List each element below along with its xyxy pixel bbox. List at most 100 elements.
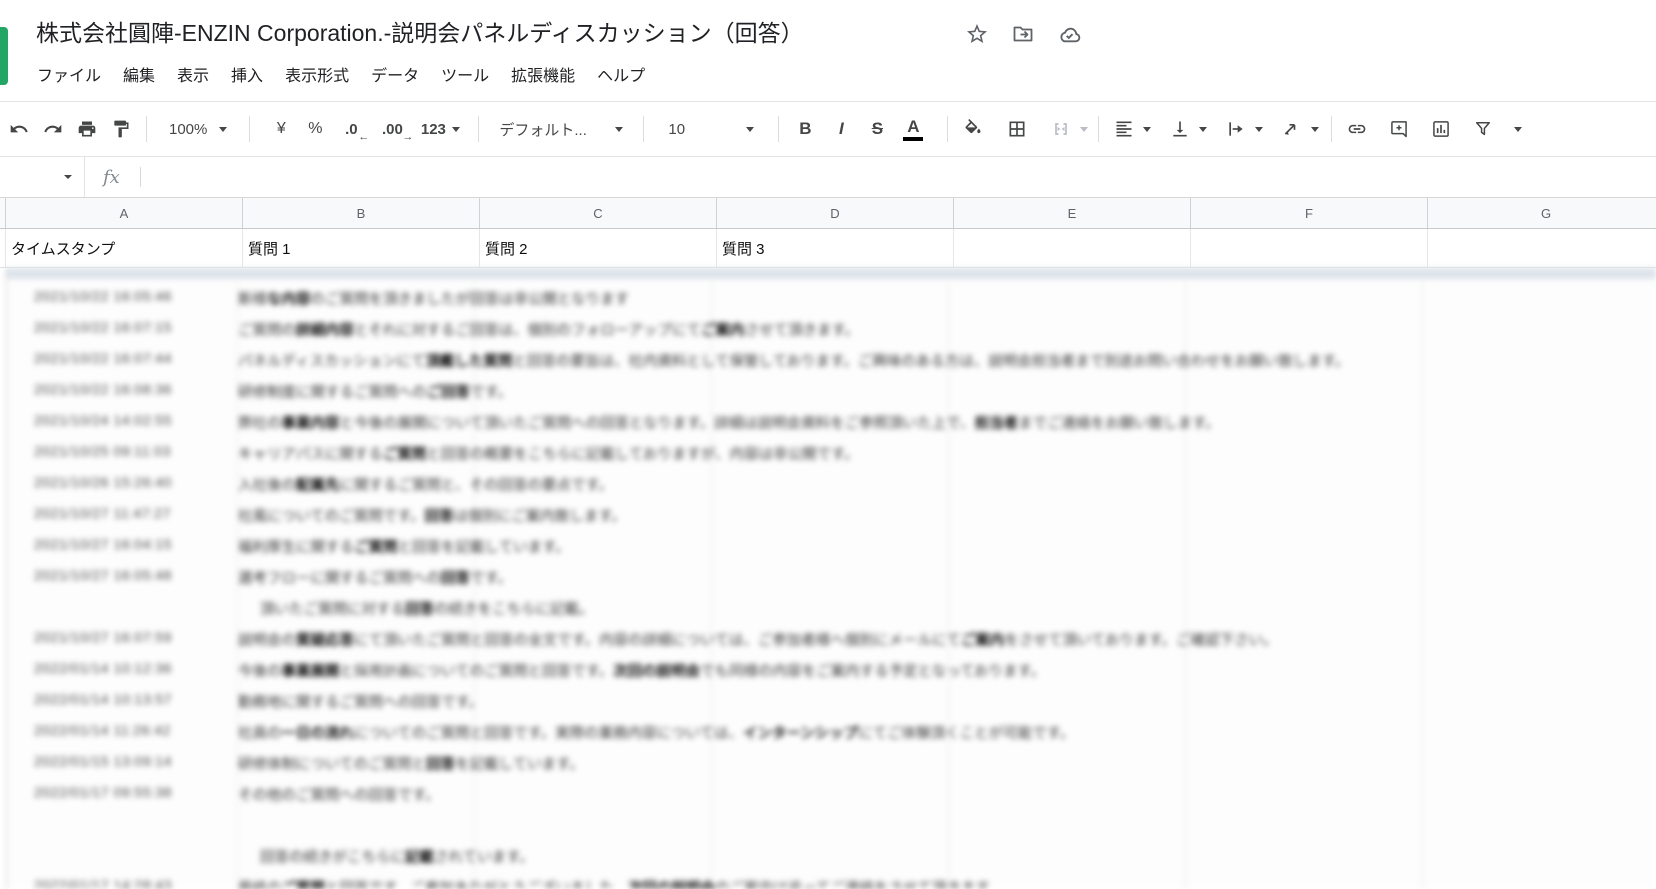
column-header-c[interactable]: C — [480, 198, 717, 228]
italic-button[interactable]: I — [823, 112, 859, 146]
menu-insert[interactable]: 挿入 — [231, 62, 263, 86]
blurred-row[interactable]: 2021/10/27 16:05:48 選考フローに関するご質問への回答です。 — [6, 561, 1656, 592]
menu-view[interactable]: 表示 — [177, 62, 209, 86]
cell-g1[interactable] — [1428, 229, 1656, 267]
redo-button[interactable] — [36, 112, 70, 146]
blurred-row[interactable]: 回答の続きがこちらに記載されています。 — [6, 840, 1656, 871]
blurred-row[interactable]: 頂いたご質問に対する回答の続きをこちらに記載。 — [6, 592, 1656, 623]
cell-c1[interactable]: 質問 2 — [480, 229, 717, 267]
blurred-text: 斯様な内容のご質問を頂きましたが回答は非公開となります — [238, 292, 630, 308]
bold-button[interactable]: B — [787, 112, 823, 146]
format-percent-button[interactable]: % — [298, 112, 332, 146]
text-color-button[interactable]: A — [895, 112, 931, 146]
increase-decimal-label: .00 — [381, 120, 403, 138]
undo-button[interactable] — [2, 112, 36, 146]
fill-color-button[interactable] — [956, 112, 990, 146]
formula-bar-separator — [84, 157, 85, 197]
insert-chart-button[interactable] — [1424, 112, 1458, 146]
borders-icon — [1009, 121, 1025, 137]
blurred-row[interactable] — [6, 809, 1656, 840]
chevron-down-icon — [615, 126, 624, 132]
undo-icon — [10, 124, 28, 133]
menu-data[interactable]: データ — [371, 62, 419, 86]
chevron-down-icon — [1311, 126, 1320, 132]
blurred-row[interactable]: 2021/10/27 16:07:59 説明会の質疑応答にて頂いたご質問と回答の全… — [6, 623, 1656, 654]
currency-label: ¥ — [276, 120, 286, 137]
more-formats-button[interactable]: 123 — [414, 112, 466, 146]
blurred-timestamp: 2021/10/22 16:07:15 — [34, 319, 172, 335]
blurred-row[interactable]: 2021/10/27 11:47:27 社風についてのご質問です。回答は個別にご案… — [6, 499, 1656, 530]
column-header-b[interactable]: B — [243, 198, 480, 228]
vertical-align-icon — [1173, 121, 1188, 137]
borders-button[interactable] — [1000, 112, 1034, 146]
column-header-d[interactable]: D — [717, 198, 954, 228]
blurred-row[interactable]: 2021/10/22 16:05:46 斯様な内容のご質問を頂きましたが回答は非公… — [6, 282, 1656, 313]
create-filter-button[interactable] — [1466, 112, 1500, 146]
blurred-row[interactable]: 2021/10/25 09:11:03 キャリアパスに関するご質問と回答の概要をこ… — [6, 437, 1656, 468]
formula-input[interactable] — [141, 157, 1656, 197]
cell-e1[interactable] — [954, 229, 1191, 267]
arrow-right-icon: → — [402, 131, 414, 143]
blurred-row[interactable]: 2022/01/14 11:26:42 社員の一日の流れについてのご質問と回答です… — [6, 716, 1656, 747]
move-folder-button[interactable] — [1010, 21, 1036, 47]
cloud-status-button[interactable] — [1056, 21, 1082, 47]
column-header-g[interactable]: G — [1428, 198, 1656, 228]
name-box[interactable] — [0, 157, 84, 197]
filter-views-chevron-icon[interactable] — [1514, 126, 1523, 132]
insert-comment-icon — [1391, 121, 1408, 138]
insert-comment-button[interactable] — [1382, 112, 1416, 146]
insert-link-button[interactable] — [1340, 112, 1374, 146]
column-header-e[interactable]: E — [954, 198, 1191, 228]
toolbar-separator — [778, 116, 780, 142]
cell-d1[interactable]: 質問 3 — [717, 229, 954, 267]
menu-file[interactable]: ファイル — [37, 62, 101, 86]
menu-format[interactable]: 表示形式 — [285, 62, 349, 86]
font-family-menu[interactable]: デフォルト... — [487, 112, 635, 146]
toolbar-separator — [947, 116, 949, 142]
star-button[interactable] — [964, 21, 990, 47]
menu-extensions[interactable]: 拡張機能 — [511, 62, 575, 86]
blurred-row[interactable]: 2022/01/17 14:28:43 最終のご質問と回答です。ご参加ありがとうご… — [6, 871, 1656, 889]
blurred-timestamp: 2022/01/14 10:13:57 — [34, 691, 172, 707]
blurred-response-rows[interactable]: 2021/10/22 16:05:46 斯様な内容のご質問を頂きましたが回答は非公… — [6, 268, 1656, 889]
blurred-timestamp: 2022/01/14 10:12:36 — [34, 660, 172, 676]
chevron-down-icon — [64, 175, 72, 179]
decrease-decimal-button[interactable]: .0 ← — [332, 112, 370, 146]
menu-edit[interactable]: 編集 — [123, 62, 155, 86]
blurred-row[interactable]: 2022/01/15 13:09:14 研修体制についてのご質問と回答を記載してい… — [6, 747, 1656, 778]
horizontal-align-icon-wrap — [1107, 112, 1141, 146]
column-header-f[interactable]: F — [1191, 198, 1428, 228]
menu-tools[interactable]: ツール — [441, 62, 489, 86]
print-button[interactable] — [70, 112, 104, 146]
document-title[interactable]: 株式会社圓陣-ENZIN Corporation.-説明会パネルディスカッション… — [36, 14, 804, 48]
paint-format-button[interactable] — [104, 112, 138, 146]
text-wrap-menu[interactable] — [1219, 112, 1264, 146]
font-size-menu[interactable]: 10 — [652, 112, 770, 146]
blurred-row[interactable]: 2021/10/24 14:02:55 弊社の事業内容と今後の展開について頂いたご… — [6, 406, 1656, 437]
format-currency-button[interactable]: ¥ — [264, 112, 298, 146]
blurred-row[interactable]: 2021/10/22 16:08:36 研修制度に関するご質問へのご回答です。 — [6, 375, 1656, 406]
blurred-row[interactable]: 2022/01/17 09:55:38 その他のご質問への回答です。 — [6, 778, 1656, 809]
cell-b1[interactable]: 質問 1 — [243, 229, 480, 267]
blurred-timestamp: 2021/10/26 15:26:40 — [34, 474, 172, 490]
blurred-row[interactable]: 2021/10/22 16:07:44 パネルディスカッションにて頂戴した質問と回… — [6, 344, 1656, 375]
increase-decimal-button[interactable]: .00 → — [370, 112, 414, 146]
strikethrough-button[interactable]: S — [859, 112, 895, 146]
blurred-timestamp: 2022/01/15 13:09:14 — [34, 753, 172, 769]
column-header-a[interactable]: A — [6, 198, 243, 228]
vertical-align-menu[interactable] — [1163, 112, 1208, 146]
more-formats-label: 123 — [420, 120, 446, 138]
blurred-row[interactable]: 2022/01/14 10:13:57 勤務地に関するご質問への回答です。 — [6, 685, 1656, 716]
text-rotation-menu[interactable] — [1275, 112, 1320, 146]
cell-f1[interactable] — [1191, 229, 1428, 267]
horizontal-align-menu[interactable] — [1107, 112, 1152, 146]
blurred-timestamp: 2021/10/27 11:47:27 — [34, 505, 171, 521]
blurred-row[interactable]: 2021/10/26 15:26:40 入社後の配属先に関するご質問と、その回答の… — [6, 468, 1656, 499]
menu-help[interactable]: ヘルプ — [597, 62, 645, 86]
blurred-row[interactable]: 2022/01/14 10:12:36 今後の事業展開と採用計画についてのご質問と… — [6, 654, 1656, 685]
blurred-row[interactable]: 2021/10/27 16:04:15 福利厚生に関するご質問と回答を記載していま… — [6, 530, 1656, 561]
blurred-row[interactable]: 2021/10/22 16:07:15 ご質問の詳細内容とそれに対するご回答は、個… — [6, 313, 1656, 344]
cell-a1[interactable]: タイムスタンプ — [6, 229, 243, 267]
arrow-left-icon: ← — [358, 131, 370, 143]
zoom-menu[interactable]: 100% — [155, 112, 241, 146]
